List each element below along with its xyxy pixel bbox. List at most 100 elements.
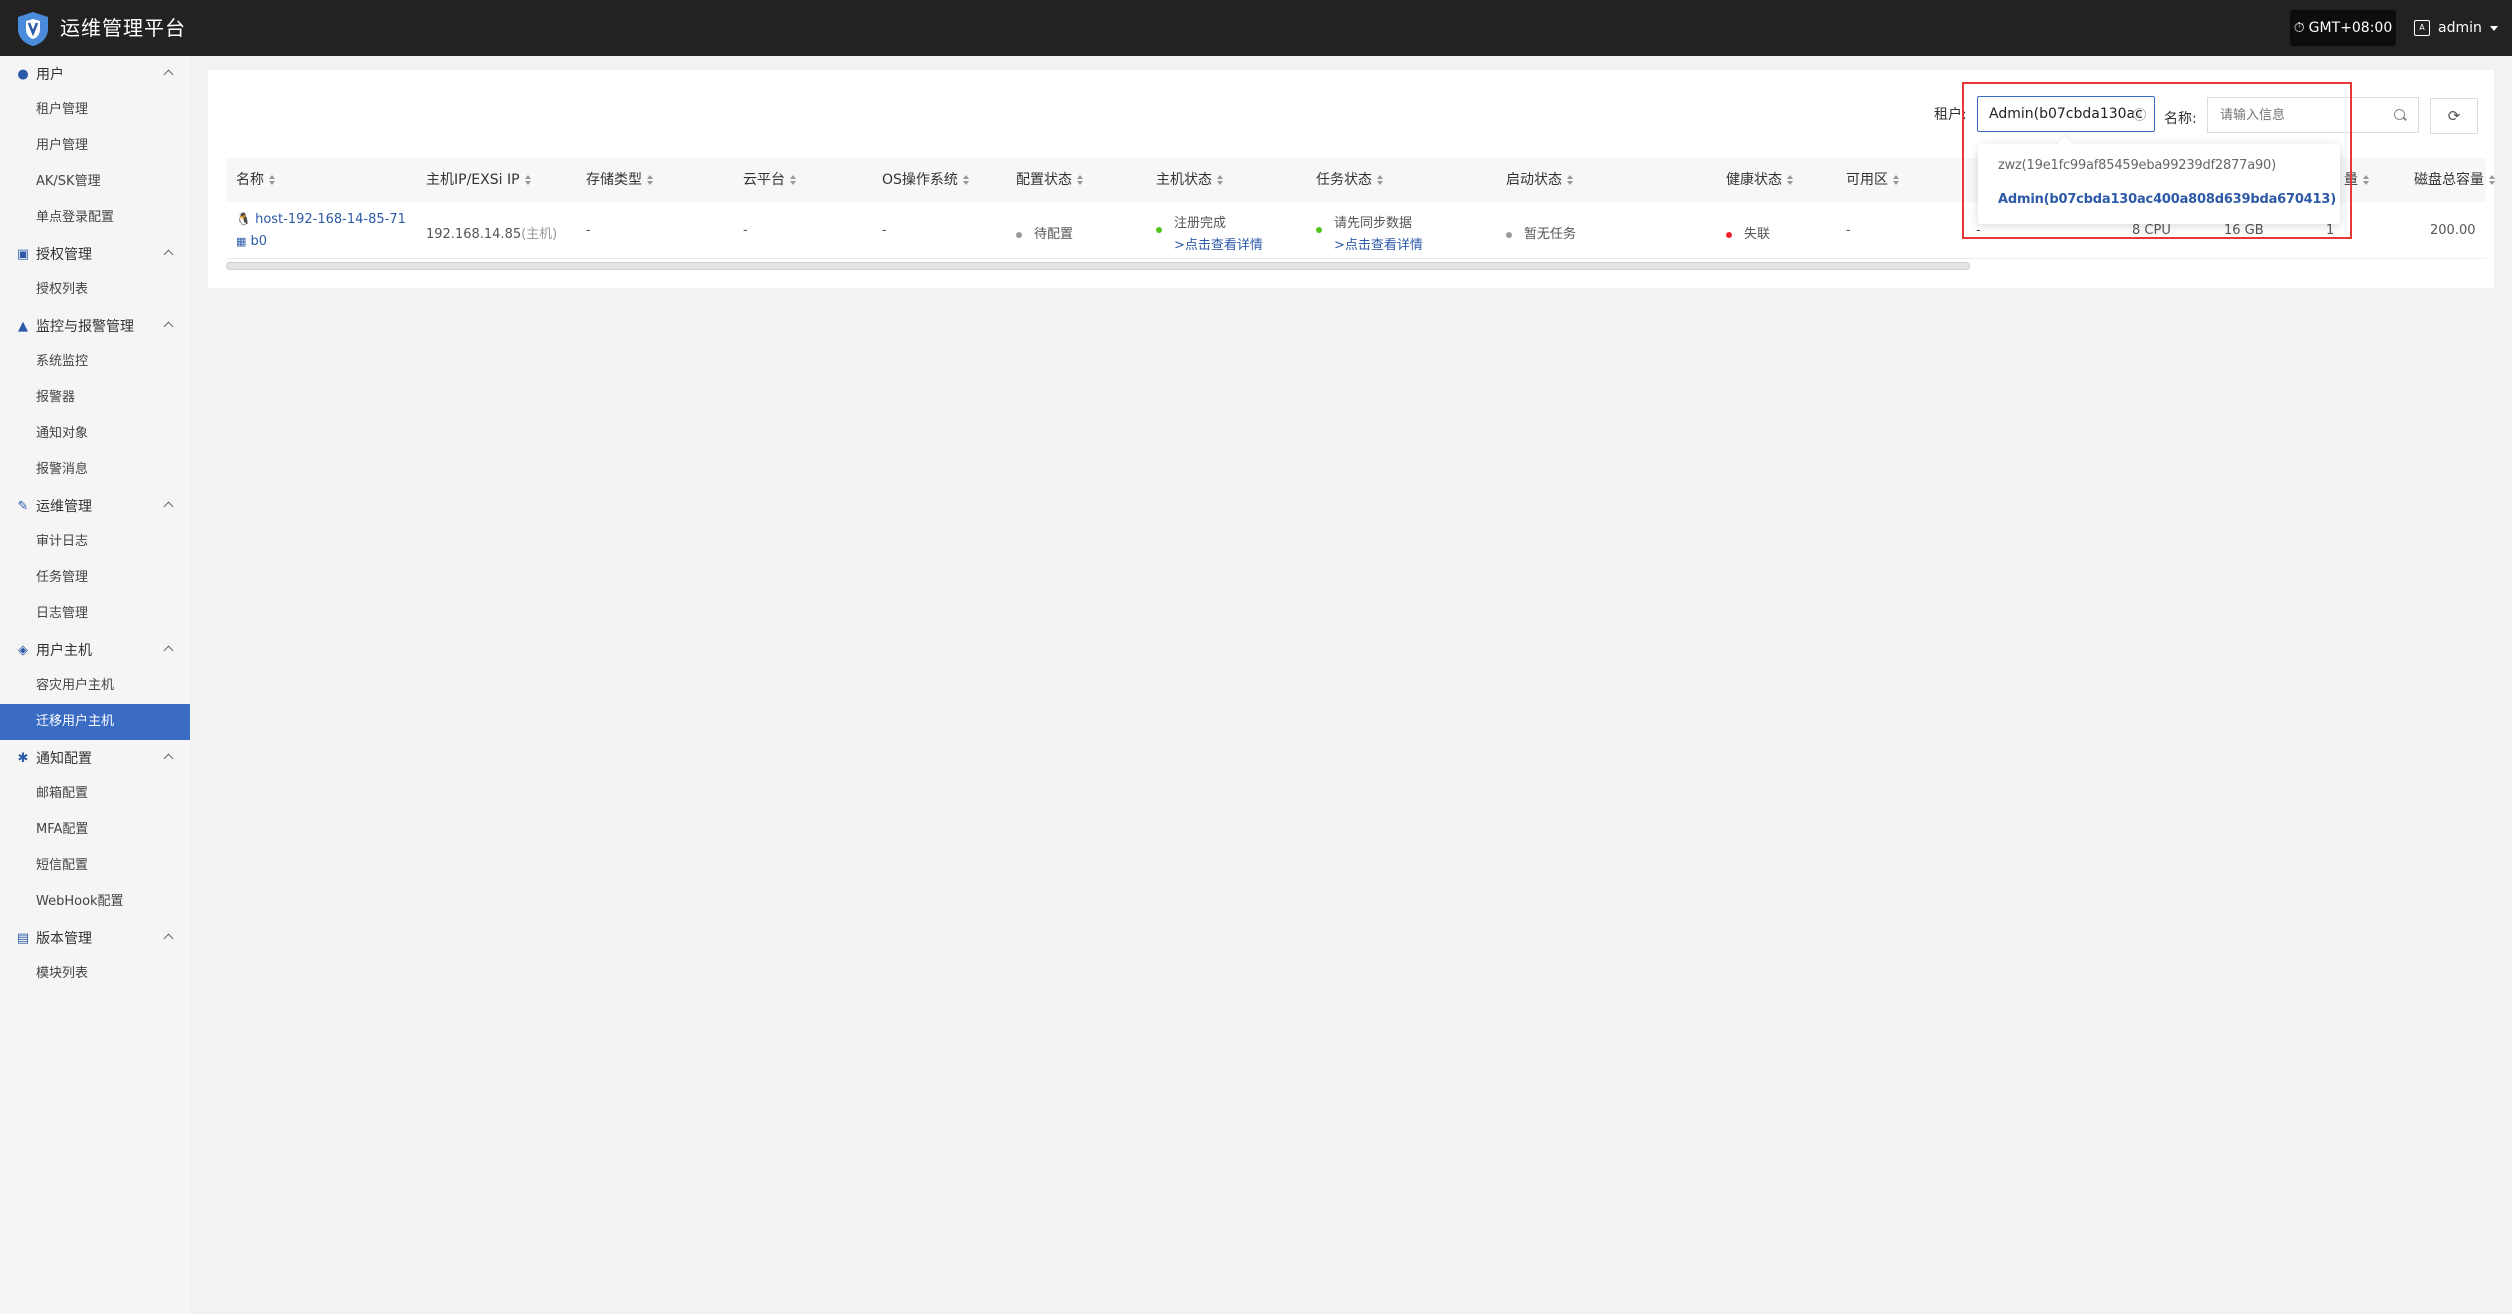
refresh-button[interactable]: ⟳ [2430,98,2478,134]
tenant-option[interactable]: zwz(19e1fc99af85459eba99239df2877a90) [1998,158,2276,173]
task-status-detail-link[interactable]: >点击查看详情 [1334,234,1423,253]
sort-icon[interactable] [1217,175,1223,185]
host-name-cell-line2[interactable]: ▦ b0 [236,234,267,249]
host-ip: 192.168.14.85 [426,227,522,242]
license-icon: ▣ [16,246,30,262]
sort-icon[interactable] [1377,175,1383,185]
column-header[interactable]: 健康状态 [1726,158,1793,202]
column-header[interactable]: 存储类型 [586,158,653,202]
column-header[interactable]: 名称 [236,158,275,202]
sidebar-item[interactable]: 租户管理 [0,92,190,128]
column-header[interactable]: 云平台 [743,158,796,202]
sidebar-item[interactable]: MFA配置 [0,812,190,848]
column-header-label: 可用区 [1846,172,1888,188]
sort-icon[interactable] [2489,175,2495,185]
sidebar-item[interactable]: AK/SK管理 [0,164,190,200]
linux-icon: 🐧 [236,212,251,226]
column-header[interactable]: 启动状态 [1506,158,1573,202]
sidebar-item[interactable]: 通知对象 [0,416,190,452]
timezone-button[interactable]: ⏱ GMT+08:00 [2290,10,2396,46]
sort-icon[interactable] [962,175,969,185]
column-header[interactable]: 磁盘总容量 [2414,158,2495,202]
health-status: 失联 [1744,227,1771,242]
sidebar-item[interactable]: 审计日志 [0,524,190,560]
sidebar-group-4[interactable]: ◈ 用户主机 [0,632,190,668]
column-header-label: 主机状态 [1156,172,1212,188]
sidebar-group-0[interactable]: ● 用户 [0,56,190,92]
column-header-label: 启动状态 [1506,172,1562,188]
sort-icon[interactable] [790,175,796,185]
sidebar-item[interactable]: 报警消息 [0,452,190,488]
sidebar-group-label: 用户主机 [36,643,92,659]
sort-icon[interactable] [2363,175,2369,185]
search-icon[interactable] [2394,109,2405,120]
user-icon: ● [17,66,29,82]
shield-logo-icon [18,12,48,46]
sort-icon[interactable] [1567,175,1573,185]
sidebar-item[interactable]: 单点登录配置 [0,200,190,236]
disk-cell: 200.00 [2430,223,2476,238]
chevron-up-icon [163,645,174,656]
column-header[interactable]: 任务状态 [1316,158,1383,202]
column-header[interactable]: OS操作系统 [882,158,969,202]
caret-down-icon [2489,25,2498,31]
tenant-select[interactable]: Admin(b07cbda130ac × [1977,96,2155,132]
sidebar-group-3[interactable]: ✎ 运维管理 [0,488,190,524]
clear-icon[interactable]: × [2133,108,2146,121]
sidebar-group-5[interactable]: ✱ 通知配置 [0,740,190,776]
sort-icon[interactable] [1077,175,1083,185]
sort-icon[interactable] [524,175,531,185]
app-title: 运维管理平台 [60,16,186,40]
status-dot-grey [1016,231,1022,238]
horizontal-scrollbar[interactable] [226,262,1970,270]
tools-icon: ✎ [17,498,29,514]
column-header-label: 配置状态 [1016,172,1072,188]
status-dot-green [1156,226,1162,233]
host-name-cell[interactable]: 🐧 host-192-168-14-85-71 [236,212,406,227]
sort-icon[interactable] [1893,175,1899,185]
column-header[interactable]: 主机IP/EXSi IP [426,158,531,202]
sidebar-item[interactable]: 邮箱配置 [0,776,190,812]
sidebar-item[interactable]: 用户管理 [0,128,190,164]
cloud-cell: - [743,223,748,238]
host-status-detail-link[interactable]: >点击查看详情 [1174,234,1263,253]
host-name-line1[interactable]: host-192-168-14-85-71 [255,212,406,227]
sidebar-item[interactable]: 日志管理 [0,596,190,632]
sidebar-group-label: 通知配置 [36,751,92,767]
sort-icon[interactable] [647,175,653,185]
package-icon: ▤ [16,930,30,946]
column-header[interactable]: 量 [2344,158,2369,202]
sidebar-item[interactable]: 授权列表 [0,272,190,308]
column-header-label: 量 [2344,172,2358,188]
sidebar-item[interactable]: 迁移用户主机 [0,704,190,740]
sidebar-item[interactable]: 系统监控 [0,344,190,380]
sidebar-group-1[interactable]: ▣ 授权管理 [0,236,190,272]
zone-cell: - [1846,223,1851,238]
sidebar-item[interactable]: 任务管理 [0,560,190,596]
sidebar-item[interactable]: WebHook配置 [0,884,190,920]
sidebar-item[interactable]: 模块列表 [0,956,190,992]
tenant-dropdown: zwz(19e1fc99af85459eba99239df2877a90) Ad… [1978,144,2340,224]
column-header[interactable]: 主机状态 [1156,158,1223,202]
host-status-dot-wrap [1156,222,1174,237]
sidebar-group-2[interactable]: ▲ 监控与报警管理 [0,308,190,344]
extra-cell: - [1976,223,1981,238]
sidebar-item[interactable]: 短信配置 [0,848,190,884]
host-name-line2[interactable]: b0 [251,234,268,249]
user-menu[interactable]: A admin [2414,10,2498,46]
config-status: 待配置 [1034,227,1074,242]
sort-icon[interactable] [269,175,275,185]
sidebar-group-label: 版本管理 [36,931,92,947]
boot-status: 暂无任务 [1524,227,1577,242]
name-search-input[interactable] [2207,97,2419,133]
sidebar-item[interactable]: 容灾用户主机 [0,668,190,704]
sidebar-item[interactable]: 报警器 [0,380,190,416]
user-name: admin [2438,20,2482,36]
column-header[interactable]: 配置状态 [1016,158,1083,202]
status-dot-grey [1506,231,1512,238]
sort-icon[interactable] [1787,175,1793,185]
sidebar-group-6[interactable]: ▤ 版本管理 [0,920,190,956]
status-dot-green [1316,226,1322,233]
column-header[interactable]: 可用区 [1846,158,1899,202]
tenant-option-selected[interactable]: Admin(b07cbda130ac400a808d639bda670413) [1998,192,2336,207]
